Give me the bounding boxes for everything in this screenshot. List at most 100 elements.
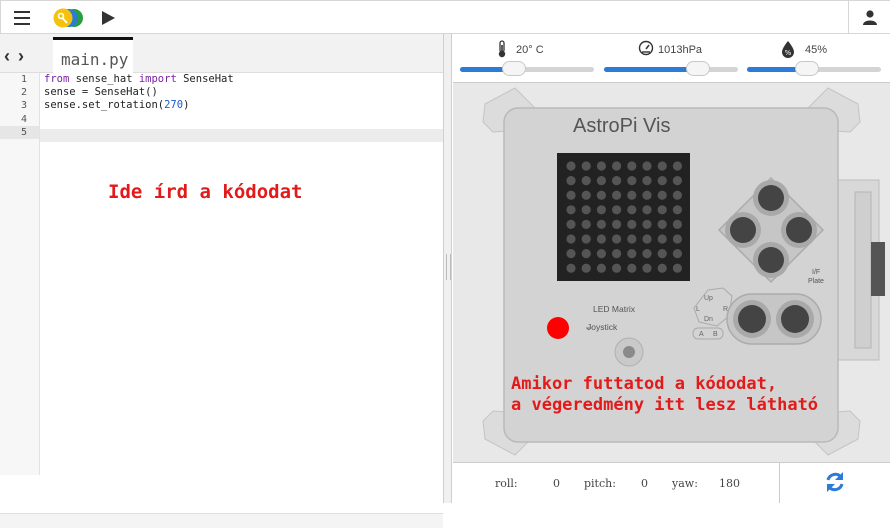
editor-hint-text: Ide írd a kódodat [108, 181, 303, 203]
refresh-icon [826, 472, 844, 492]
led-pixel [657, 219, 667, 229]
led-pixel [627, 190, 637, 200]
legend-l: L [696, 306, 700, 313]
led-pixel [672, 176, 682, 186]
pressure-slider[interactable] [604, 61, 738, 76]
roll-value: 0 [553, 477, 560, 490]
button-a[interactable] [738, 305, 766, 333]
code-area[interactable]: 1 2 3 4 5 from sense_hat import SenseHat… [0, 73, 443, 513]
code-token: 270 [164, 99, 184, 112]
output-hint-text: Amikor futtatod a kódodat, a végeredmény… [511, 374, 819, 415]
tab-main-py[interactable]: main.py [53, 37, 133, 73]
code-token: sense.set_rotation( [44, 99, 165, 112]
led-pixel [672, 161, 682, 171]
humidity-slider-thumb[interactable] [795, 61, 820, 76]
user-icon [863, 10, 877, 25]
humidity-label: 45% [805, 44, 828, 56]
line-number: 2 [20, 87, 27, 99]
dpad-right-button[interactable] [786, 217, 812, 243]
orientation-bar: roll: 0 pitch: 0 yaw: 180 [453, 462, 890, 504]
led-pixel [642, 161, 652, 171]
led-pixel [596, 176, 606, 186]
temperature-sensor: 20° C [460, 34, 596, 82]
tab-nav-arrows: ‹ › [4, 46, 32, 67]
led-pixel [612, 205, 622, 215]
led-pixel [612, 263, 622, 273]
line-number: 1 [20, 74, 27, 85]
reset-orientation-button[interactable] [779, 463, 890, 503]
led-pixel [566, 205, 576, 215]
code-line: from sense_hat import SenseHat [44, 73, 443, 86]
led-pixel [672, 205, 682, 215]
pressure-slider-thumb[interactable] [685, 61, 710, 76]
yaw-value: 180 [719, 477, 740, 490]
chevron-right-icon[interactable]: › [18, 46, 32, 67]
code-line: sense = SenseHat() [44, 86, 158, 99]
code-token: SenseHat [176, 73, 234, 85]
led-pixel [657, 249, 667, 259]
joystick-knob [623, 346, 635, 358]
led-pixel [642, 249, 652, 259]
led-pixel [612, 190, 622, 200]
pane-splitter[interactable] [444, 34, 452, 503]
led-pixel [627, 219, 637, 229]
code-token: ) [183, 99, 190, 112]
code-editor-pane: ‹ › main.py 1 2 3 4 5 from sense_hat impo… [0, 34, 444, 528]
plate-label-2: Plate [808, 278, 824, 285]
svg-text:%: % [785, 49, 792, 57]
editor-tab-row: ‹ › main.py [0, 34, 443, 73]
pitch-value: 0 [641, 477, 648, 490]
led-pixel [657, 263, 667, 273]
legend-up: Up [704, 295, 713, 302]
led-pixel [566, 249, 576, 259]
led-pixel [627, 205, 637, 215]
led-pixel [566, 190, 576, 200]
led-pixel [657, 205, 667, 215]
temperature-slider-thumb[interactable] [501, 61, 526, 76]
led-pixel [596, 219, 606, 229]
legend-dn: Dn [704, 316, 713, 323]
dpad-up-button[interactable] [758, 185, 784, 211]
led-pixel [657, 161, 667, 171]
led-pixel [581, 161, 591, 171]
code-token: from [44, 73, 70, 85]
dpad-down-button[interactable] [758, 247, 784, 273]
led-matrix-label: LED Matrix [593, 304, 636, 314]
pressure-label: 1013hPa [658, 44, 703, 56]
dpad-left-button[interactable] [730, 217, 756, 243]
user-button[interactable] [848, 1, 890, 34]
pitch-label: pitch: [584, 477, 616, 490]
horizontal-scrollbar[interactable] [0, 513, 443, 528]
led-pixel [581, 234, 591, 244]
led-pixel [672, 190, 682, 200]
code-lines[interactable]: from sense_hat import SenseHat sense = S… [44, 73, 443, 139]
connector-plug [871, 242, 885, 296]
top-toolbar [0, 0, 890, 34]
temperature-label: 20° C [516, 44, 544, 56]
sensor-controls: 20° C 1013hPa % 45% [453, 34, 890, 83]
legend-a: A [699, 331, 704, 338]
led-pixel [581, 190, 591, 200]
led-pixel [566, 234, 576, 244]
trinket-logo-icon[interactable] [53, 8, 85, 28]
pressure-fill [604, 67, 698, 72]
roll-label: roll: [495, 477, 518, 490]
button-b[interactable] [781, 305, 809, 333]
led-pixel [642, 219, 652, 229]
led-pixel [642, 190, 652, 200]
code-token: sense_hat [69, 73, 139, 85]
connector-slot [854, 191, 872, 349]
hamburger-menu-icon[interactable] [14, 11, 30, 25]
led-pixel [596, 249, 606, 259]
temperature-slider[interactable] [460, 61, 594, 76]
led-pixel [581, 205, 591, 215]
chevron-left-icon[interactable]: ‹ [4, 46, 18, 67]
led-pixel [642, 176, 652, 186]
line-number: 4 [20, 113, 27, 125]
play-icon[interactable] [102, 11, 115, 25]
pressure-sensor: 1013hPa [604, 34, 740, 82]
humidity-slider[interactable] [747, 61, 881, 76]
gauge-icon [638, 40, 654, 56]
plate-label-1: I/F [812, 269, 820, 276]
